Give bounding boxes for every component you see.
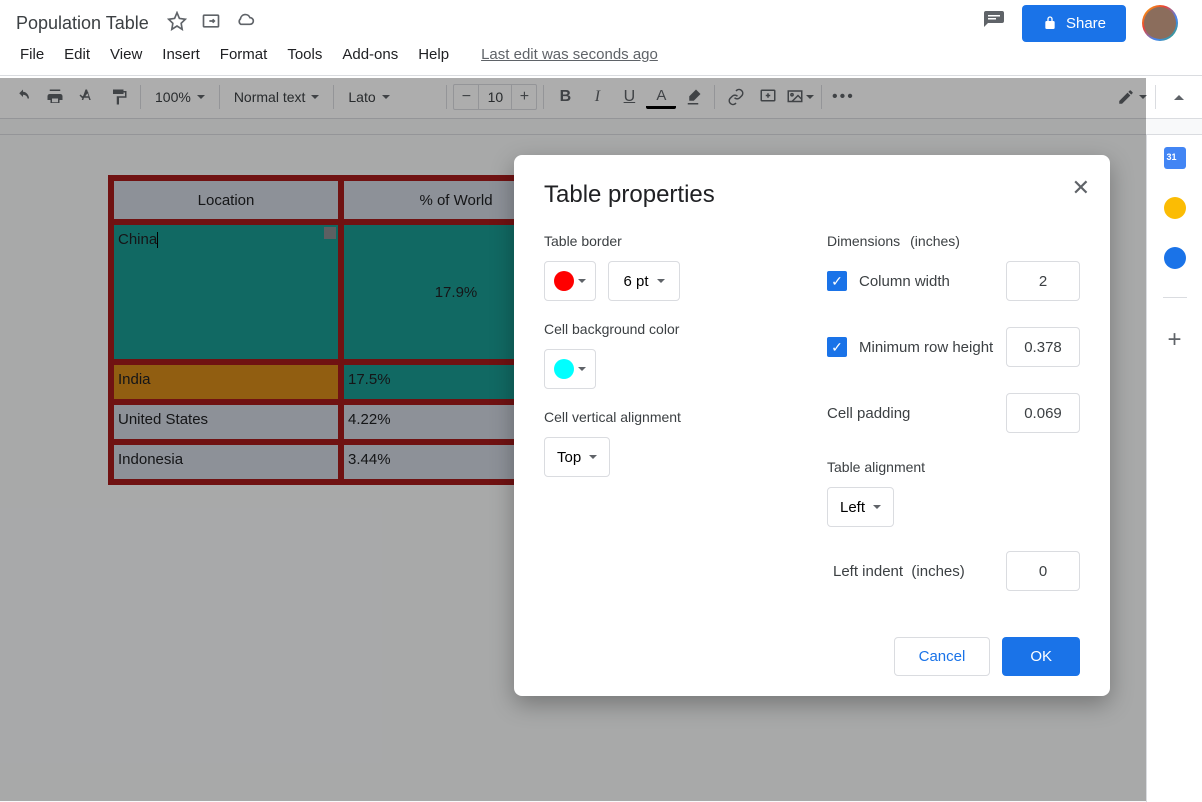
- share-label: Share: [1066, 15, 1106, 32]
- chevron-down-icon: [578, 279, 586, 283]
- side-panel: +: [1146, 135, 1202, 802]
- table-alignment-label: Table alignment: [827, 459, 1080, 475]
- table-properties-dialog: Table properties ✕ Table border 6 pt Cel…: [514, 155, 1110, 696]
- menu-bar: File Edit View Insert Format Tools Add-o…: [0, 38, 1202, 75]
- last-edit-link[interactable]: Last edit was seconds ago: [481, 46, 658, 63]
- add-addon-icon[interactable]: +: [1167, 326, 1181, 354]
- comment-history-icon[interactable]: [982, 9, 1006, 38]
- dialog-title: Table properties: [544, 181, 1080, 209]
- menu-tools[interactable]: Tools: [279, 42, 330, 67]
- border-width-dropdown[interactable]: 6 pt: [608, 261, 680, 301]
- dimensions-label: Dimensions (inches): [827, 233, 1080, 249]
- account-avatar[interactable]: [1142, 5, 1178, 41]
- menu-format[interactable]: Format: [212, 42, 276, 67]
- row-height-input[interactable]: [1006, 327, 1080, 367]
- hide-menus-icon[interactable]: [1164, 82, 1194, 112]
- chevron-down-icon: [873, 505, 881, 509]
- calendar-icon[interactable]: [1164, 147, 1186, 169]
- close-icon[interactable]: ✕: [1072, 175, 1090, 201]
- border-color-picker[interactable]: [544, 261, 596, 301]
- cancel-button[interactable]: Cancel: [894, 637, 991, 676]
- cell-bgcolor-picker[interactable]: [544, 349, 596, 389]
- title-bar: Population Table Share: [0, 0, 1202, 38]
- color-swatch: [554, 359, 574, 379]
- cloud-icon[interactable]: [235, 11, 255, 36]
- cell-padding-input[interactable]: [1006, 393, 1080, 433]
- menu-insert[interactable]: Insert: [154, 42, 208, 67]
- vertical-alignment-dropdown[interactable]: Top: [544, 437, 610, 477]
- left-indent-label: Left indent (inches): [833, 563, 994, 580]
- column-width-input[interactable]: [1006, 261, 1080, 301]
- column-width-label: Column width: [859, 273, 994, 290]
- move-icon[interactable]: [201, 11, 221, 36]
- row-height-checkbox[interactable]: ✓: [827, 337, 847, 357]
- tasks-icon[interactable]: [1164, 247, 1186, 269]
- ok-button[interactable]: OK: [1002, 637, 1080, 676]
- menu-help[interactable]: Help: [410, 42, 457, 67]
- column-width-checkbox[interactable]: ✓: [827, 271, 847, 291]
- chevron-down-icon: [578, 367, 586, 371]
- chevron-down-icon: [589, 455, 597, 459]
- share-button[interactable]: Share: [1022, 5, 1126, 42]
- row-height-label: Minimum row height: [859, 339, 994, 356]
- lock-icon: [1042, 15, 1058, 31]
- table-border-label: Table border: [544, 233, 797, 249]
- keep-icon[interactable]: [1164, 197, 1186, 219]
- menu-addons[interactable]: Add-ons: [334, 42, 406, 67]
- cell-padding-label: Cell padding: [827, 405, 994, 422]
- table-alignment-dropdown[interactable]: Left: [827, 487, 894, 527]
- star-icon[interactable]: [167, 11, 187, 36]
- cell-background-label: Cell background color: [544, 321, 797, 337]
- left-indent-input[interactable]: [1006, 551, 1080, 591]
- menu-view[interactable]: View: [102, 42, 150, 67]
- chevron-down-icon: [657, 279, 665, 283]
- vertical-alignment-label: Cell vertical alignment: [544, 409, 797, 425]
- menu-file[interactable]: File: [12, 42, 52, 67]
- menu-edit[interactable]: Edit: [56, 42, 98, 67]
- color-swatch: [554, 271, 574, 291]
- document-title[interactable]: Population Table: [12, 11, 153, 36]
